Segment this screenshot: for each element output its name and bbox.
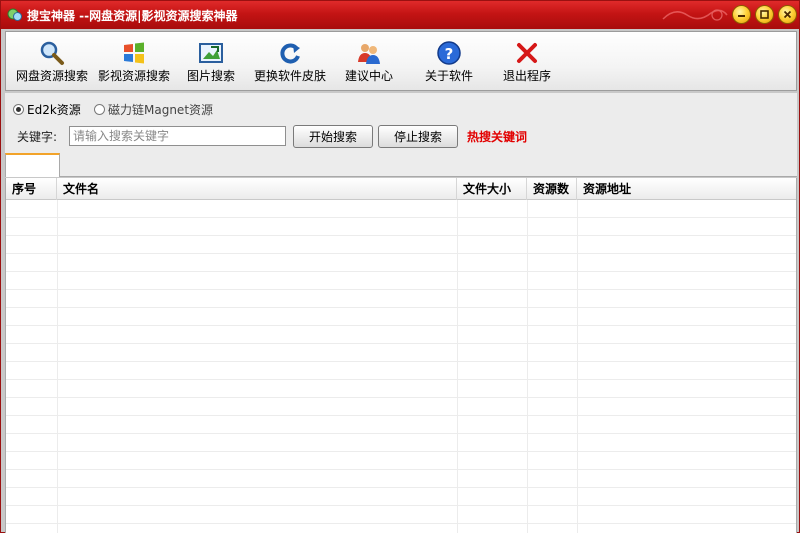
toolbar-label: 关于软件 — [424, 69, 473, 83]
column-divider — [457, 200, 458, 533]
window-title: 搜宝神器 --网盘资源|影视资源搜索神器 — [27, 9, 238, 23]
users-icon — [358, 44, 380, 64]
column-divider — [577, 200, 578, 533]
radio-ed2k-label: Ed2k资源 — [27, 103, 81, 117]
column-header-filename[interactable]: 文件名 — [57, 178, 457, 200]
toolbar-label: 影视资源搜索 — [97, 69, 170, 83]
radio-ed2k-dot[interactable] — [13, 104, 24, 115]
exit-x-icon — [517, 43, 537, 63]
column-header-source-count[interactable]: 资源数 — [527, 178, 577, 200]
help-icon: ? — [437, 41, 461, 65]
radio-magnet[interactable]: 磁力链Magnet资源 — [94, 101, 213, 118]
start-search-button[interactable]: 开始搜索 — [293, 125, 373, 148]
result-tabstrip — [5, 153, 797, 177]
stop-search-button[interactable]: 停止搜索 — [378, 125, 458, 148]
column-divider — [527, 200, 528, 533]
table-header: 序号 文件名 文件大小 资源数 资源地址 — [6, 178, 796, 200]
toolbar: 网盘资源搜索 影视资源搜索 图片搜索 更换软件皮肤 建议中心 ? 关于软件 退出… — [5, 31, 797, 91]
results-table: 序号 文件名 文件大小 资源数 资源地址 — [5, 178, 797, 533]
main-window: 搜宝神器 --网盘资源|影视资源搜索神器 网盘资源搜索 影视资源搜索 图片搜索 … — [0, 0, 800, 533]
toolbar-label: 更换软件皮肤 — [253, 69, 326, 83]
radio-ed2k[interactable]: Ed2k资源 — [13, 101, 81, 118]
hot-keywords-link[interactable]: 热搜关键词 — [467, 128, 527, 145]
column-header-filesize[interactable]: 文件大小 — [457, 178, 527, 200]
keyword-input[interactable] — [69, 126, 286, 146]
radio-magnet-label: 磁力链Magnet资源 — [108, 103, 214, 117]
close-icon — [783, 10, 792, 19]
tab-results[interactable] — [5, 153, 60, 177]
toolbar-image-search-button[interactable]: 图片搜索 — [181, 32, 241, 90]
toolbar-change-skin-button[interactable]: 更换软件皮肤 — [250, 32, 330, 90]
radio-magnet-dot[interactable] — [94, 104, 105, 115]
toolbar-video-search-button[interactable]: 影视资源搜索 — [94, 32, 174, 90]
column-header-index[interactable]: 序号 — [6, 178, 57, 200]
refresh-icon — [280, 43, 300, 64]
minimize-button[interactable] — [732, 5, 751, 24]
title-bar[interactable]: 搜宝神器 --网盘资源|影视资源搜索神器 — [1, 1, 799, 29]
windows-logo-icon — [124, 42, 144, 64]
toolbar-label: 建议中心 — [344, 69, 393, 83]
svg-text:?: ? — [445, 45, 454, 63]
minimize-icon — [738, 15, 745, 17]
toolbar-netdisk-search-button[interactable]: 网盘资源搜索 — [12, 32, 92, 90]
magnifier-icon — [40, 41, 64, 65]
toolbar-about-button[interactable]: ? 关于软件 — [416, 32, 482, 90]
toolbar-exit-button[interactable]: 退出程序 — [494, 32, 560, 90]
picture-icon — [199, 43, 223, 63]
toolbar-label: 网盘资源搜索 — [15, 69, 88, 83]
maximize-button[interactable] — [755, 5, 774, 24]
app-logo-icon — [7, 8, 22, 21]
toolbar-label: 退出程序 — [502, 69, 551, 83]
keyword-label: 关键字: — [17, 130, 58, 144]
column-header-url[interactable]: 资源地址 — [577, 178, 796, 200]
search-options: Ed2k资源 磁力链Magnet资源 关键字: 开始搜索 停止搜索 热搜关键词 — [5, 93, 797, 153]
title-decoration — [662, 9, 728, 21]
column-divider — [57, 200, 58, 533]
close-button[interactable] — [778, 5, 797, 24]
table-body[interactable] — [6, 200, 796, 533]
toolbar-label: 图片搜索 — [186, 69, 235, 83]
toolbar-suggestion-center-button[interactable]: 建议中心 — [336, 32, 402, 90]
maximize-icon — [760, 10, 769, 19]
